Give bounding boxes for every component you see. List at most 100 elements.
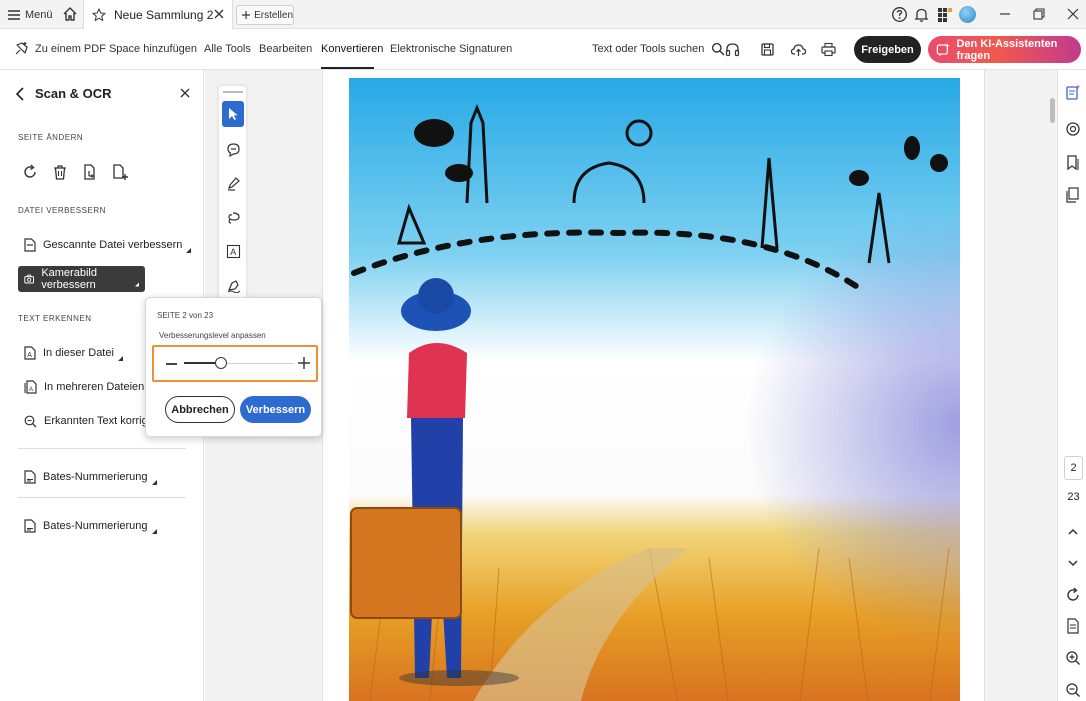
nav-all-tools[interactable]: Alle Tools [204, 43, 251, 55]
ai-assistant-label: Den KI-Assistenten fragen [956, 37, 1058, 62]
quick-tools-rail: A [218, 85, 247, 300]
search-tools-button[interactable]: Text oder Tools suchen [592, 42, 725, 56]
current-page-field[interactable]: 2 [1064, 456, 1083, 480]
extract-page-icon[interactable] [82, 164, 98, 180]
signature-pen-icon [227, 279, 240, 293]
page-settings-icon[interactable] [1065, 618, 1081, 634]
insert-page-icon[interactable] [112, 164, 128, 180]
level-label: Verbesserungslevel anpassen [159, 331, 266, 340]
comment-icon [226, 142, 240, 157]
menu-button[interactable]: Menü [8, 5, 53, 24]
ai-assistant-button[interactable]: Den KI-Assistenten fragen [928, 36, 1081, 63]
bates-file-icon [24, 470, 36, 484]
nav-convert[interactable]: Konvertieren [321, 43, 383, 55]
cancel-button[interactable]: Abbrechen [165, 396, 235, 423]
pdf-page[interactable] [322, 70, 985, 701]
chevron-down-icon[interactable] [1065, 555, 1081, 571]
select-tool-button[interactable] [222, 101, 244, 127]
pen-icon [227, 176, 240, 191]
svg-text:A: A [230, 247, 236, 257]
drag-handle[interactable] [223, 91, 243, 93]
camera-icon [24, 274, 34, 284]
comments-panel-icon[interactable] [1065, 121, 1081, 137]
plus-icon [242, 10, 251, 20]
main-toolbar: Zu einem PDF Space hinzufügen Alle Tools… [0, 29, 1086, 70]
print-icon[interactable] [820, 41, 837, 58]
divider [18, 497, 186, 498]
minimize-icon[interactable] [997, 6, 1013, 22]
ai-notes-icon[interactable] [1065, 84, 1081, 100]
text-tool-button[interactable]: A [222, 238, 244, 264]
save-icon[interactable] [759, 41, 776, 58]
highlight-tool-button[interactable] [222, 170, 244, 196]
create-button[interactable]: Erstellen [236, 5, 294, 25]
text-box-icon: A [226, 244, 240, 258]
submenu-corner-icon [151, 529, 157, 534]
divider [18, 448, 186, 449]
section-title-recognize: TEXT ERKENNEN [18, 314, 92, 323]
submenu-corner-icon [186, 248, 192, 253]
pdf-space-label: Zu einem PDF Space hinzufügen [35, 42, 198, 55]
minus-icon[interactable] [166, 363, 177, 365]
bates-numbering-2[interactable]: Bates-Nummerierung [18, 513, 163, 539]
help-icon[interactable] [891, 6, 908, 23]
recognize-in-this-file[interactable]: A In dieser Datei [18, 340, 129, 366]
zoom-in-icon[interactable] [1065, 650, 1081, 666]
apps-grid-icon[interactable] [936, 6, 953, 23]
popup-page-info: SEITE 2 von 23 [157, 311, 214, 320]
rotate-view-icon[interactable] [1065, 587, 1081, 603]
cursor-icon [229, 108, 238, 120]
recognize-this-label: In dieser Datei [43, 347, 114, 359]
bates-numbering-1[interactable]: Bates-Nummerierung [18, 464, 163, 490]
improve-camera-image[interactable]: Kamerabild verbessern [18, 266, 145, 292]
restore-icon[interactable] [1031, 6, 1047, 22]
close-panel-icon[interactable] [180, 88, 190, 98]
multi-file-icon: A [24, 380, 37, 394]
improve-scanned-file[interactable]: Gescannte Datei verbessern [18, 232, 197, 258]
search-tools-label: Text oder Tools suchen [592, 43, 705, 55]
star-icon[interactable] [92, 7, 106, 22]
right-sidebar: 2 23 [1057, 70, 1086, 701]
recognize-in-multiple-files[interactable]: A In mehreren Dateien [18, 374, 150, 400]
rotate-icon[interactable] [22, 164, 38, 180]
document-viewer[interactable] [205, 70, 1057, 701]
improve-button[interactable]: Verbessern [240, 396, 311, 423]
lasso-icon [227, 211, 240, 224]
back-chevron-icon[interactable] [15, 86, 25, 101]
slider-thumb[interactable] [215, 357, 228, 369]
home-icon [63, 7, 77, 21]
enhance-level-popup: SEITE 2 von 23 Verbesserungslevel anpass… [145, 297, 322, 437]
window-close-icon[interactable] [1065, 6, 1081, 22]
panel-title: Scan & OCR [35, 86, 112, 101]
add-to-pdf-space-button[interactable]: Zu einem PDF Space hinzufügen [14, 41, 197, 56]
chevron-up-icon[interactable] [1065, 524, 1081, 540]
vertical-scrollbar[interactable] [1050, 98, 1055, 123]
zoom-out-icon[interactable] [1065, 682, 1081, 698]
bookmark-icon[interactable] [1065, 155, 1081, 171]
close-icon[interactable] [213, 8, 225, 20]
bell-icon[interactable] [913, 6, 930, 23]
home-button[interactable] [61, 5, 79, 23]
nav-e-signatures[interactable]: Elektronische Signaturen [390, 43, 512, 55]
svg-text:A: A [27, 352, 32, 359]
trash-icon[interactable] [52, 164, 68, 180]
nav-edit[interactable]: Bearbeiten [259, 43, 312, 55]
bates-file-icon [24, 519, 36, 533]
menu-label: Menü [25, 8, 53, 21]
pdf-space-icon [15, 42, 28, 55]
sign-tool-button[interactable] [222, 272, 244, 298]
draw-tool-button[interactable] [222, 204, 244, 230]
hamburger-icon [8, 9, 20, 20]
comment-tool-button[interactable] [222, 136, 244, 162]
plus-icon[interactable] [297, 356, 311, 370]
svg-text:A: A [29, 387, 33, 393]
headphones-icon[interactable] [724, 41, 741, 58]
upload-cloud-icon[interactable] [790, 41, 807, 58]
tab-neue-sammlung[interactable]: Neue Sammlung 2 [83, 0, 233, 29]
total-pages: 23 [1067, 491, 1080, 503]
avatar[interactable] [959, 6, 976, 23]
panel-header: Scan & OCR [15, 86, 112, 101]
pages-icon[interactable] [1065, 187, 1081, 203]
section-title-page: SEITE ÄNDERN [18, 133, 84, 142]
share-button[interactable]: Freigeben [854, 36, 921, 63]
